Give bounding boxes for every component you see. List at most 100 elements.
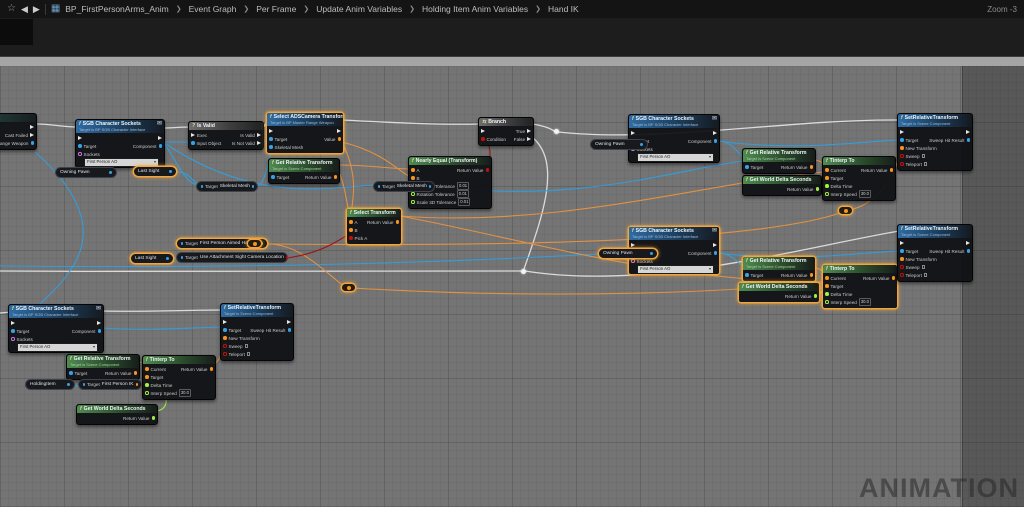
value-box[interactable]: 0.01 xyxy=(458,198,470,206)
bool-pin-icon[interactable] xyxy=(486,168,490,172)
node-branch[interactable]: ⇆BranchTrueConditionFalse xyxy=(478,117,534,146)
docked-tab-stub[interactable] xyxy=(0,19,33,45)
transform-pin-icon[interactable] xyxy=(411,168,415,172)
pin-new-transform[interactable]: New Transform xyxy=(900,146,937,151)
pin-exec[interactable] xyxy=(966,130,970,134)
pin-component[interactable]: Component xyxy=(688,251,717,256)
bool-pin-icon[interactable] xyxy=(223,344,227,348)
node-get-world-delta-seconds-1[interactable]: fGet World Delta SecondsReturn Value xyxy=(742,175,822,196)
value-box[interactable]: 0.01 xyxy=(457,190,469,198)
pin-return-value[interactable]: Return Value xyxy=(861,168,893,173)
checkbox[interactable] xyxy=(924,162,928,166)
object-pin-icon[interactable] xyxy=(967,249,971,253)
pin-is-not-valid[interactable]: Is Not Valid xyxy=(232,141,261,146)
pin-target[interactable]: Target xyxy=(900,249,918,254)
pin-exec[interactable] xyxy=(900,130,904,134)
pin-is-valid[interactable]: Is Valid xyxy=(240,133,261,138)
object-pin-icon[interactable] xyxy=(78,144,82,148)
node-set-relative-transform-3[interactable]: fSetRelativeTransformTarget is Scene Com… xyxy=(220,303,294,361)
object-pin-icon[interactable] xyxy=(181,256,183,260)
exec-pin-icon[interactable] xyxy=(527,129,531,133)
pin-current[interactable]: Current xyxy=(145,367,166,372)
value-box[interactable]: 30.0 xyxy=(859,190,871,198)
object-pin-icon[interactable] xyxy=(269,137,273,141)
pin-value[interactable]: Value xyxy=(324,137,341,142)
transform-pin-icon[interactable] xyxy=(900,146,904,150)
pin-return-value[interactable]: Return Value xyxy=(105,371,137,376)
pin-return-value[interactable]: Return Value xyxy=(785,294,817,299)
object-pin-icon[interactable] xyxy=(31,141,35,145)
bool-pin-icon[interactable] xyxy=(900,273,904,277)
node-select-transform[interactable]: fSelect TransformAReturn ValueBPick A xyxy=(346,208,402,245)
pin-exec[interactable] xyxy=(78,136,82,140)
pin-exec[interactable] xyxy=(966,241,970,245)
float-pin-icon[interactable] xyxy=(825,300,829,304)
pin-new-transform[interactable]: New Transform xyxy=(900,257,937,262)
node-cast-to-bp-master-range-weapon[interactable]: →Cast To BP_MasterRangeWeaponCast Failed… xyxy=(0,113,37,150)
transform-pin-icon[interactable] xyxy=(334,175,338,179)
pin-target[interactable]: Target xyxy=(900,138,918,143)
pin-exec[interactable]: Exec xyxy=(191,133,207,138)
value-box[interactable]: 0.01 xyxy=(457,182,469,190)
exec-pin-icon[interactable] xyxy=(78,136,82,140)
compact-node-owning-pawn-2[interactable]: Owning Pawn xyxy=(590,139,648,150)
name-pin-icon[interactable] xyxy=(11,337,15,341)
exec-pin-icon[interactable] xyxy=(966,130,970,134)
pin-target[interactable]: Target xyxy=(825,176,843,181)
pin-sweep-hit-result[interactable]: Sweep Hit Result xyxy=(250,328,291,333)
pin-condition[interactable]: Condition xyxy=(481,137,506,142)
exec-pin-icon[interactable] xyxy=(631,243,635,247)
float-pin-icon[interactable] xyxy=(152,416,156,420)
back-arrow-icon[interactable]: ◀ xyxy=(21,0,28,18)
float-pin-icon[interactable] xyxy=(814,294,818,298)
pin-return-value[interactable]: Return Value xyxy=(781,165,813,170)
sockets-dropdown[interactable]: First Person AO▾ xyxy=(17,343,98,352)
float-pin-icon[interactable] xyxy=(145,391,149,395)
object-pin-icon[interactable] xyxy=(967,138,971,142)
pin-new-transform[interactable]: New Transform xyxy=(223,336,260,341)
pin-exec[interactable] xyxy=(631,131,635,135)
bool-pin-icon[interactable] xyxy=(900,154,904,158)
transform-pin-icon[interactable] xyxy=(900,257,904,261)
pin-interp-speed[interactable]: Interp Speed30.0 xyxy=(825,298,871,306)
exec-pin-icon[interactable] xyxy=(11,321,15,325)
pin-return-value[interactable]: Return Value xyxy=(781,273,813,278)
exec-pin-icon[interactable] xyxy=(481,129,485,133)
pin-return-value[interactable]: Return Value xyxy=(787,187,819,192)
object-pin-icon[interactable] xyxy=(181,242,183,246)
pin-exec[interactable] xyxy=(158,136,162,140)
compact-node-use-attachment-sight-camera-location[interactable]: TargetUse Attachment Sight Camera Locati… xyxy=(176,252,288,263)
pin-a[interactable]: A xyxy=(349,220,358,225)
pin-cast-failed[interactable]: Cast Failed xyxy=(5,133,34,138)
exec-pin-icon[interactable] xyxy=(223,320,227,324)
object-pin-icon[interactable] xyxy=(288,328,292,332)
object-pin-icon[interactable] xyxy=(159,144,163,148)
pin-sockets[interactable]: Sockets xyxy=(11,337,33,342)
sockets-dropdown[interactable]: First Person AO▾ xyxy=(637,153,714,162)
node-set-relative-transform-1[interactable]: fSetRelativeTransformTarget is Scene Com… xyxy=(897,113,973,171)
pin-exec[interactable] xyxy=(481,129,485,133)
pin-exec[interactable] xyxy=(631,243,635,247)
pin-interp-speed[interactable]: Interp Speed30.0 xyxy=(825,190,871,198)
transform-pin-icon[interactable] xyxy=(349,220,353,224)
exec-pin-icon[interactable] xyxy=(713,243,717,247)
node-select-adscamera-transform[interactable]: fSelect ADSCamera TransformTarget is BP … xyxy=(266,112,344,154)
compact-node-last-sight-2[interactable]: Last Sight xyxy=(130,253,174,264)
transform-pin-icon[interactable] xyxy=(825,176,829,180)
node-get-relative-transform-1[interactable]: fGet Relative TransformTarget is Scene C… xyxy=(268,158,340,184)
transform-pin-icon[interactable] xyxy=(349,228,353,232)
object-pin-icon[interactable] xyxy=(900,138,904,142)
node-is-valid[interactable]: ?Is ValidExecIs ValidInput ObjectIs Not … xyxy=(188,121,264,150)
pin-b[interactable]: B xyxy=(411,176,420,181)
compact-node-owning-pawn-3[interactable]: Owning Pawn xyxy=(598,248,658,259)
exec-pin-icon[interactable] xyxy=(257,141,261,145)
transform-pin-icon[interactable] xyxy=(396,220,400,224)
transform-pin-icon[interactable] xyxy=(810,165,814,169)
name-pin-icon[interactable] xyxy=(631,259,635,263)
object-pin-icon[interactable] xyxy=(69,371,73,375)
pin-as-bp-master-range-weapon[interactable]: As BP Master Range Weapon xyxy=(0,141,34,146)
object-pin-icon[interactable] xyxy=(252,185,254,189)
node-tinterp-to-3[interactable]: fTinterp ToCurrentReturn ValueTargetDelt… xyxy=(142,355,216,400)
exec-reroute-dot[interactable] xyxy=(554,129,559,134)
node-get-world-delta-seconds-2[interactable]: fGet World Delta SecondsReturn Value xyxy=(738,282,820,303)
